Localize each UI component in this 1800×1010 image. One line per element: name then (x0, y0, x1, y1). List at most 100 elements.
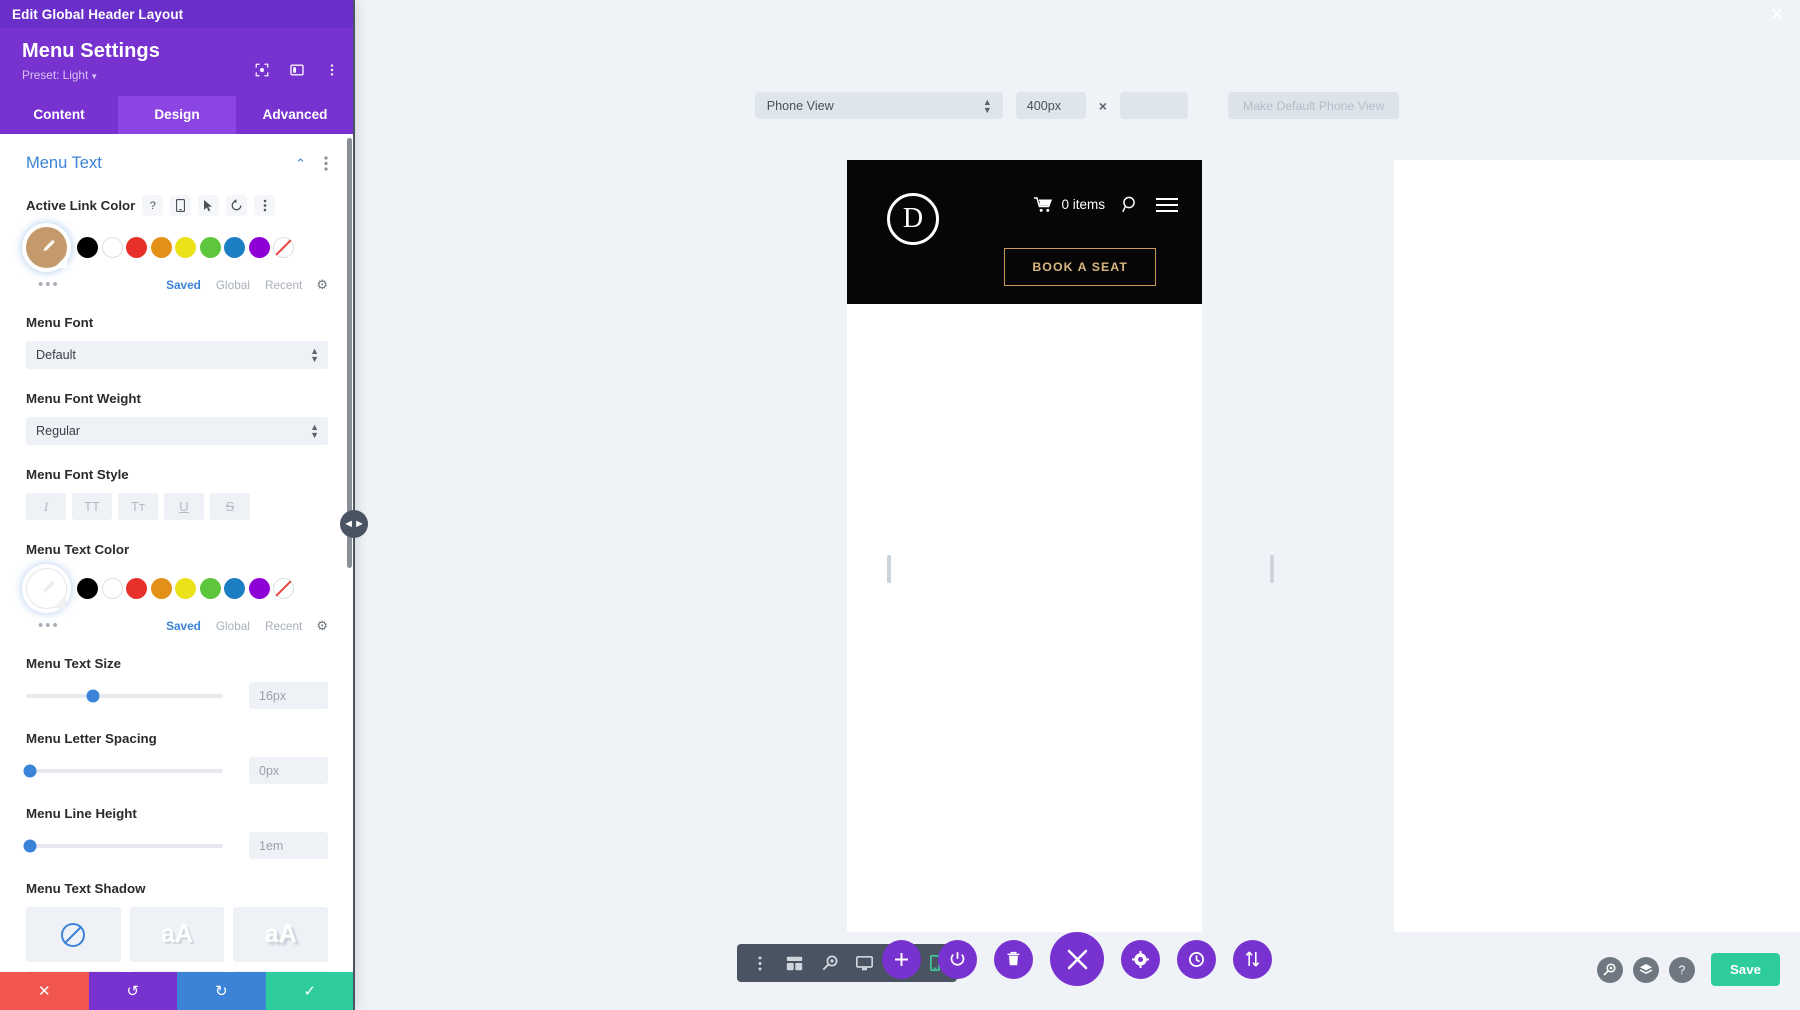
left-resize-rail[interactable] (887, 555, 891, 583)
swatch-white[interactable] (102, 237, 123, 258)
swatch-yellow[interactable] (175, 237, 196, 258)
field-menu-font-weight: Menu Font Weight Regular ▲▼ (26, 391, 328, 445)
underline-button[interactable]: U (164, 493, 204, 520)
viewport-width-input[interactable]: 400px (1016, 92, 1086, 119)
history-button[interactable] (1177, 940, 1216, 979)
settings-panel: Edit Global Header Layout Menu Settings … (0, 0, 354, 1010)
shadow-deep-option[interactable]: aA (233, 971, 328, 972)
color-tab-saved[interactable]: Saved (166, 619, 201, 633)
close-icon[interactable]: ✕ (1770, 5, 1784, 25)
shadow-none-option[interactable] (26, 907, 121, 962)
shadow-glow-option[interactable]: aA (26, 971, 121, 972)
swatch-black[interactable] (77, 578, 98, 599)
swatch-white[interactable] (102, 578, 123, 599)
section-more-icon[interactable] (324, 156, 328, 171)
uppercase-button[interactable]: TT (72, 493, 112, 520)
color-tab-recent[interactable]: Recent (265, 278, 302, 292)
menu-font-select[interactable]: Default ▲▼ (26, 341, 328, 369)
book-a-seat-button[interactable]: BOOK A SEAT (1004, 248, 1156, 286)
cart-link[interactable]: 0 items (1034, 197, 1105, 213)
swatch-red[interactable] (126, 578, 147, 599)
menu-text-size-value[interactable]: 16px (249, 682, 328, 709)
sort-button[interactable] (1233, 940, 1272, 979)
color-tab-global[interactable]: Global (216, 619, 250, 633)
swatch-green[interactable] (200, 578, 221, 599)
power-button[interactable] (938, 940, 977, 979)
swatch-none[interactable] (273, 578, 294, 599)
menu-letter-spacing-slider[interactable] (26, 769, 223, 773)
swatch-none[interactable] (273, 237, 294, 258)
shadow-soft-option[interactable]: aA (130, 907, 225, 962)
swatch-black[interactable] (77, 237, 98, 258)
swatch-orange[interactable] (151, 237, 172, 258)
hamburger-icon[interactable] (1156, 198, 1178, 212)
color-tab-saved[interactable]: Saved (166, 278, 201, 292)
close-builder-button[interactable] (1050, 932, 1104, 986)
more-vertical-icon[interactable] (254, 195, 275, 216)
trash-button[interactable] (994, 940, 1033, 979)
cursor-icon[interactable] (198, 195, 219, 216)
save-button[interactable]: Save (1711, 953, 1780, 986)
layout-split-icon[interactable] (289, 62, 305, 78)
undo-button[interactable]: ↺ (89, 972, 178, 1010)
menu-font-value: Default (36, 348, 76, 362)
more-vertical-icon[interactable] (324, 62, 340, 78)
menu-letter-spacing-value[interactable]: 0px (249, 757, 328, 784)
swatch-purple[interactable] (249, 578, 270, 599)
tab-design[interactable]: Design (118, 96, 236, 134)
reset-icon[interactable] (226, 195, 247, 216)
shadow-hard-option[interactable]: aA (233, 907, 328, 962)
tab-advanced[interactable]: Advanced (236, 96, 354, 134)
tab-content[interactable]: Content (0, 96, 118, 134)
color-tab-global[interactable]: Global (216, 278, 250, 292)
color-tab-recent[interactable]: Recent (265, 619, 302, 633)
swatch-blue[interactable] (224, 237, 245, 258)
ellipsis-icon[interactable]: ••• (26, 617, 151, 634)
slider-knob[interactable] (23, 839, 36, 852)
menu-line-height-slider[interactable] (26, 844, 223, 848)
field-menu-line-height: Menu Line Height 1em (26, 806, 328, 859)
settings-button[interactable] (1121, 940, 1160, 979)
ellipsis-icon[interactable]: ••• (26, 276, 151, 293)
color-picker-button[interactable] (26, 568, 67, 609)
section-menu-text[interactable]: Menu Text ⌃ (26, 154, 328, 173)
layers-icon[interactable] (1633, 957, 1659, 983)
help-icon[interactable]: ? (142, 195, 163, 216)
menu-line-height-value[interactable]: 1em (249, 832, 328, 859)
phone-icon[interactable] (170, 195, 191, 216)
swatch-green[interactable] (200, 237, 221, 258)
gear-icon[interactable]: ⚙ (316, 277, 328, 293)
capitalize-button[interactable]: Tᴛ (118, 493, 158, 520)
save-button[interactable]: ✓ (266, 972, 355, 1010)
site-logo[interactable]: D (887, 193, 939, 245)
shadow-inset-option[interactable]: aA (130, 971, 225, 972)
right-white-area (1394, 160, 1800, 932)
right-resize-rail[interactable] (1270, 555, 1274, 583)
italic-button[interactable]: I (26, 493, 66, 520)
swatch-yellow[interactable] (175, 578, 196, 599)
gear-icon[interactable]: ⚙ (316, 618, 328, 634)
panel-resize-handle[interactable]: ◄► (340, 510, 368, 538)
menu-text-size-slider[interactable] (26, 694, 223, 698)
swatch-purple[interactable] (249, 237, 270, 258)
swatch-blue[interactable] (224, 578, 245, 599)
strikethrough-button[interactable]: S (210, 493, 250, 520)
color-picker-button[interactable] (26, 227, 67, 268)
search-icon[interactable] (1122, 196, 1139, 213)
discard-button[interactable]: ✕ (0, 972, 89, 1010)
swatch-red[interactable] (126, 237, 147, 258)
slider-knob[interactable] (86, 689, 99, 702)
focus-icon[interactable] (254, 62, 270, 78)
help-icon[interactable]: ? (1669, 957, 1695, 983)
search-icon[interactable] (1597, 957, 1623, 983)
redo-button[interactable]: ↻ (177, 972, 266, 1010)
menu-font-weight-select[interactable]: Regular ▲▼ (26, 417, 328, 445)
chevron-up-icon[interactable]: ⌃ (295, 156, 306, 172)
make-default-view-button[interactable]: Make Default Phone View (1228, 92, 1399, 119)
swatch-orange[interactable] (151, 578, 172, 599)
viewport-height-input[interactable] (1120, 92, 1188, 119)
slider-knob[interactable] (23, 764, 36, 777)
add-button[interactable] (882, 940, 921, 979)
view-mode-select[interactable]: Phone View ▲▼ (755, 92, 1003, 119)
panel-scrollbar[interactable] (347, 138, 352, 568)
